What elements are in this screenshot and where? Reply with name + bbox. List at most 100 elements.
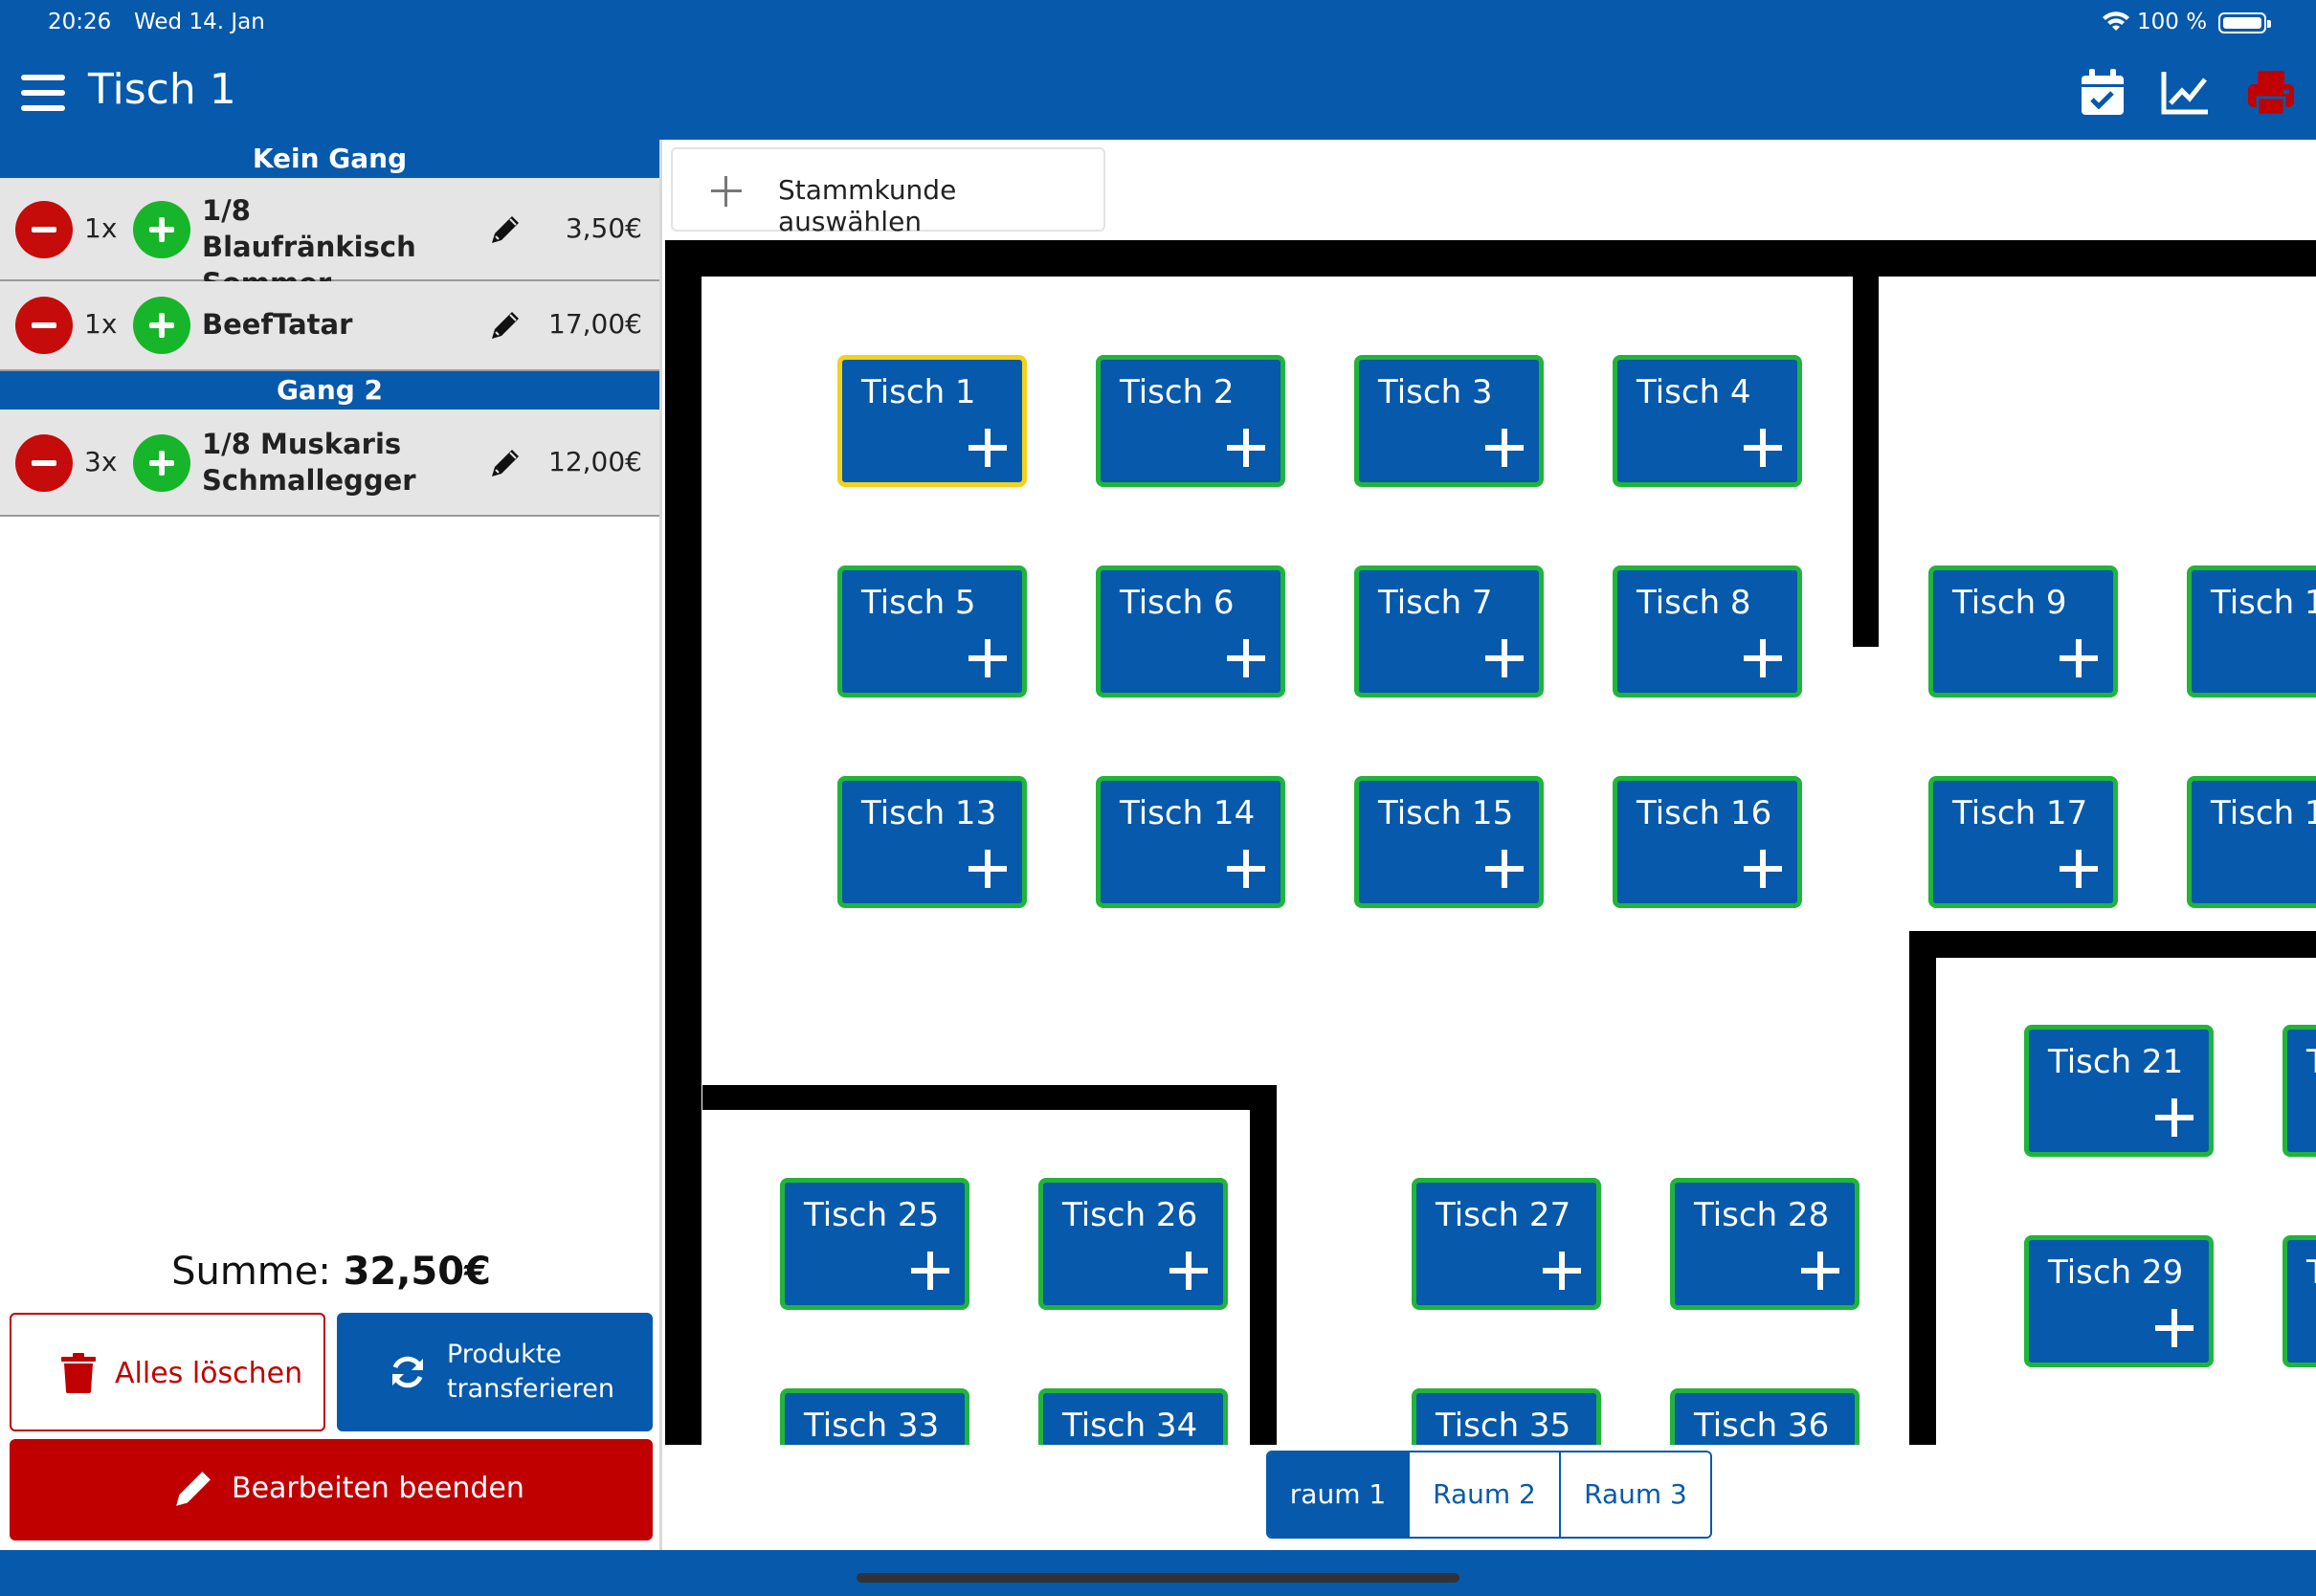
table-tile[interactable]: Tisch 34 bbox=[1038, 1388, 1228, 1445]
plus-icon bbox=[2060, 639, 2098, 677]
course-header: Kein Gang bbox=[0, 140, 659, 178]
table-tile[interactable]: Tisch 21 bbox=[2024, 1025, 2214, 1157]
item-price: 3,50€ bbox=[565, 212, 642, 244]
tab-room-2[interactable]: Raum 2 bbox=[1408, 1452, 1559, 1537]
plus-icon bbox=[969, 850, 1007, 888]
wall bbox=[665, 240, 701, 1445]
chart-line-icon[interactable] bbox=[2159, 67, 2211, 119]
plus-icon bbox=[2060, 850, 2098, 888]
table-tile[interactable]: Tisch 25 bbox=[780, 1178, 969, 1310]
table-name: Tisch 34 bbox=[1062, 1407, 1198, 1445]
table-name: Tisch 28 bbox=[1694, 1196, 1830, 1234]
clear-all-button[interactable]: Alles löschen bbox=[10, 1313, 325, 1431]
table-tile[interactable]: Tisch 28 bbox=[1670, 1178, 1859, 1310]
wall bbox=[1909, 931, 1936, 1445]
status-date: Wed 14. Jan bbox=[134, 10, 265, 34]
table-tile[interactable]: Tisch 27 bbox=[1412, 1178, 1601, 1310]
table-name: T bbox=[2306, 1253, 2316, 1292]
order-item: 1x 1/8 Blaufränkisch Sommer 3,50€ bbox=[0, 178, 659, 299]
item-quantity: 3x bbox=[84, 446, 118, 477]
total-label: Summe: bbox=[171, 1250, 331, 1294]
table-tile[interactable]: Tisch 15 bbox=[1354, 776, 1544, 908]
table-tile[interactable]: Tisch 5 bbox=[837, 565, 1027, 698]
table-tile[interactable]: T bbox=[2283, 1235, 2316, 1367]
table-tile[interactable]: Tisch 13 bbox=[837, 776, 1027, 908]
table-name: Tisch 13 bbox=[861, 794, 997, 832]
trash-icon bbox=[61, 1353, 96, 1393]
order-total: Summe: 32,50€ bbox=[0, 1250, 662, 1294]
plus-icon bbox=[2155, 1098, 2194, 1137]
item-price: 17,00€ bbox=[548, 308, 642, 340]
finish-editing-label: Bearbeiten beenden bbox=[232, 1472, 524, 1505]
table-tile[interactable]: Tisch 26 bbox=[1038, 1178, 1228, 1310]
plus-icon bbox=[1227, 429, 1265, 467]
table-tile[interactable]: Tisch 35 bbox=[1412, 1388, 1601, 1445]
table-name: Tisch 5 bbox=[861, 584, 976, 622]
menu-icon[interactable] bbox=[21, 75, 65, 111]
table-tile[interactable]: Tisch 1 bbox=[2187, 565, 2316, 698]
table-tile[interactable]: Tisch 7 bbox=[1354, 565, 1544, 698]
tab-room-1[interactable]: raum 1 bbox=[1268, 1452, 1408, 1537]
increase-button[interactable] bbox=[133, 297, 190, 354]
decrease-button[interactable] bbox=[15, 434, 73, 492]
table-tile[interactable]: Tisch 16 bbox=[1613, 776, 1802, 908]
wall bbox=[665, 240, 2316, 277]
table-name: Tisch 26 bbox=[1062, 1196, 1198, 1234]
pencil-icon[interactable] bbox=[486, 211, 524, 249]
table-name: Tisch 36 bbox=[1694, 1407, 1830, 1445]
room-tabs: raum 1 Raum 2 Raum 3 bbox=[1266, 1451, 1712, 1539]
page-title: Tisch 1 bbox=[88, 65, 236, 114]
plus-icon bbox=[911, 1252, 949, 1290]
plus-icon bbox=[969, 639, 1007, 677]
table-tile[interactable]: Tisch 1 bbox=[2187, 776, 2316, 908]
table-name: Tisch 2 bbox=[1120, 373, 1235, 411]
transfer-products-button[interactable]: Produkte transferieren bbox=[337, 1313, 653, 1431]
table-name: Tisch 15 bbox=[1378, 794, 1514, 832]
status-bar: 20:26 Wed 14. Jan 100 % bbox=[0, 0, 2316, 46]
plus-icon bbox=[1227, 639, 1265, 677]
plus-icon bbox=[1801, 1252, 1839, 1290]
pencil-icon[interactable] bbox=[486, 444, 524, 482]
table-tile[interactable]: Tisch 4 bbox=[1613, 355, 1802, 487]
table-tile[interactable]: Tisch 36 bbox=[1670, 1388, 1859, 1445]
table-name: Tisch 25 bbox=[804, 1196, 940, 1234]
table-name: Tisch 1 bbox=[2211, 794, 2316, 832]
table-name: Tisch 6 bbox=[1120, 584, 1235, 622]
item-name: 1/8 Muskaris Schmallegger bbox=[202, 428, 416, 497]
table-tile[interactable]: Tisch 6 bbox=[1096, 565, 1285, 698]
plus-icon bbox=[969, 429, 1007, 467]
printer-icon[interactable] bbox=[2245, 67, 2297, 119]
table-tile[interactable]: Tisch 3 bbox=[1354, 355, 1544, 487]
table-name: Tisch 29 bbox=[2048, 1253, 2184, 1292]
decrease-button[interactable] bbox=[15, 297, 73, 354]
calendar-check-icon[interactable] bbox=[2077, 67, 2128, 119]
table-tile[interactable]: T bbox=[2283, 1025, 2316, 1157]
status-time: 20:26 bbox=[48, 10, 112, 34]
table-name: Tisch 16 bbox=[1637, 794, 1772, 832]
table-name: T bbox=[2306, 1043, 2316, 1081]
table-name: Tisch 21 bbox=[2048, 1043, 2184, 1081]
finish-editing-button[interactable]: Bearbeiten beenden bbox=[10, 1439, 653, 1541]
table-tile[interactable]: Tisch 9 bbox=[1928, 565, 2118, 698]
table-tile[interactable]: Tisch 1 bbox=[837, 355, 1027, 487]
tab-room-3[interactable]: Raum 3 bbox=[1559, 1452, 1710, 1537]
table-tile[interactable]: Tisch 8 bbox=[1613, 565, 1802, 698]
table-name: Tisch 1 bbox=[861, 373, 976, 411]
order-item: 3x 1/8 Muskaris Schmallegger 12,00€ bbox=[0, 410, 659, 517]
table-tile[interactable]: Tisch 2 bbox=[1096, 355, 1285, 487]
table-tile[interactable]: Tisch 14 bbox=[1096, 776, 1285, 908]
table-tile[interactable]: Tisch 29 bbox=[2024, 1235, 2214, 1367]
table-tile[interactable]: Tisch 33 bbox=[780, 1388, 969, 1445]
increase-button[interactable] bbox=[133, 201, 190, 258]
battery-percentage: 100 % bbox=[2137, 10, 2208, 34]
item-quantity: 1x bbox=[84, 212, 118, 244]
table-name: Tisch 1 bbox=[2211, 584, 2316, 622]
plus-icon bbox=[1744, 429, 1782, 467]
plus-icon bbox=[1485, 639, 1524, 677]
order-item: 1x BeefTatar 17,00€ bbox=[0, 281, 659, 371]
increase-button[interactable] bbox=[133, 434, 190, 492]
decrease-button[interactable] bbox=[15, 201, 73, 258]
table-tile[interactable]: Tisch 17 bbox=[1928, 776, 2118, 908]
home-indicator[interactable] bbox=[857, 1573, 1459, 1583]
pencil-icon[interactable] bbox=[486, 306, 524, 344]
